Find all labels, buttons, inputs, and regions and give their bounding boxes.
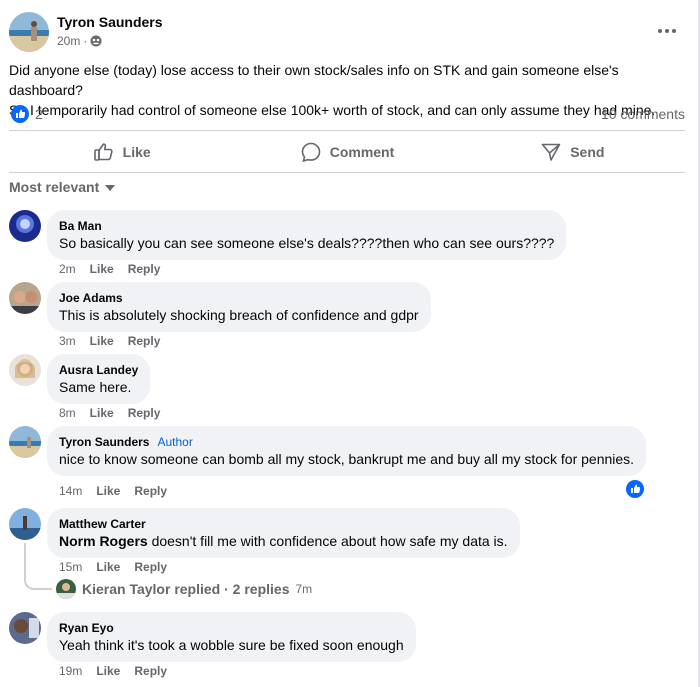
divider (9, 172, 685, 173)
author-avatar[interactable] (9, 12, 49, 52)
replies-text: Kieran Taylor replied · 2 replies (82, 581, 290, 597)
comment-bubble: Tyron Saunders Author nice to know someon… (47, 426, 647, 476)
meta-separator: · (83, 34, 88, 48)
comment-time[interactable]: 8m (59, 406, 76, 420)
commenter-avatar[interactable] (9, 426, 41, 458)
post-header: Tyron Saunders 20m · (9, 12, 689, 54)
comment-like-button[interactable]: Like (90, 262, 114, 276)
comment-time[interactable]: 3m (59, 334, 76, 348)
post-meta: 20m · (57, 34, 102, 48)
comment-text: Yeah think it's took a wobble sure be fi… (59, 637, 404, 653)
comment-sort-dropdown[interactable]: Most relevant (9, 179, 116, 195)
comment-actions: 19m Like Reply (59, 664, 181, 678)
comment-like-button[interactable]: Like (90, 334, 114, 348)
sort-label: Most relevant (9, 179, 100, 195)
send-icon (541, 143, 561, 161)
comment-like-button[interactable]: Like (90, 406, 114, 420)
comment-reply-button[interactable]: Reply (134, 664, 167, 678)
comment-text: So basically you can see someone else's … (59, 235, 555, 251)
comment-like-button[interactable]: Like (96, 560, 120, 574)
comment-time[interactable]: 14m (59, 484, 82, 498)
divider (9, 130, 685, 131)
commenter-name-row: Tyron Saunders Author (59, 434, 634, 450)
comment-time[interactable]: 15m (59, 560, 82, 574)
reaction-count[interactable]: 2 (35, 106, 43, 122)
author-badge: Author (157, 435, 193, 449)
post-text-line: Did anyone else (today) lose access to t… (9, 62, 619, 98)
comment-actions: 3m Like Reply (59, 334, 174, 348)
audience-icon[interactable] (90, 35, 102, 47)
view-replies-link[interactable]: Kieran Taylor replied · 2 replies 7m (56, 579, 312, 599)
like-label: Like (122, 144, 151, 160)
commenter-avatar[interactable] (9, 210, 41, 242)
commenter-name[interactable]: Joe Adams (59, 290, 419, 306)
comment-text: This is absolutely shocking breach of co… (59, 307, 419, 323)
comment-actions: 8m Like Reply (59, 406, 174, 420)
post-time[interactable]: 20m (57, 34, 80, 48)
comments-count[interactable]: 10 comments (601, 106, 685, 122)
like-reaction-icon[interactable] (11, 105, 29, 123)
comment-actions: 14m Like Reply (59, 484, 181, 498)
commenter-name[interactable]: Ba Man (59, 218, 554, 234)
comment-bubble: Ryan Eyo Yeah think it's took a wobble s… (47, 612, 416, 662)
like-reaction-icon[interactable] (626, 480, 644, 498)
comment-reply-button[interactable]: Reply (134, 560, 167, 574)
commenter-avatar[interactable] (9, 612, 41, 644)
thumbs-up-icon (93, 143, 113, 161)
commenter-avatar[interactable] (9, 282, 41, 314)
more-options-icon[interactable] (655, 22, 679, 40)
comment-reply-button[interactable]: Reply (128, 334, 161, 348)
commenter-name[interactable]: Ryan Eyo (59, 620, 404, 636)
comment-icon (301, 142, 321, 163)
comment-time[interactable]: 19m (59, 664, 82, 678)
comment-text-row: Norm Rogers doesn't fill me with confide… (59, 532, 508, 550)
action-bar: Like Comment Send (9, 132, 685, 172)
comment-label: Comment (329, 144, 395, 160)
commenter-avatar[interactable] (9, 508, 41, 540)
replies-time: 7m (295, 582, 313, 596)
comment-bubble: Ausra Landey Same here. (47, 354, 151, 404)
comment-reply-button[interactable]: Reply (128, 262, 161, 276)
comment-bubble: Joe Adams This is absolutely shocking br… (47, 282, 431, 332)
commenter-avatar[interactable] (9, 354, 41, 386)
comment-text: doesn't fill me with confidence about ho… (147, 533, 508, 549)
commenter-name[interactable]: Matthew Carter (59, 516, 508, 532)
comment-like-button[interactable]: Like (96, 664, 120, 678)
comment-reply-button[interactable]: Reply (134, 484, 167, 498)
comment-actions: 15m Like Reply (59, 560, 181, 574)
comment-bubble: Ba Man So basically you can see someone … (47, 210, 567, 260)
send-button[interactable]: Send (460, 132, 685, 172)
like-button[interactable]: Like (9, 132, 234, 172)
post-author-name[interactable]: Tyron Saunders (57, 14, 163, 30)
comment-text: nice to know someone can bomb all my sto… (59, 451, 635, 467)
commenter-name[interactable]: Tyron Saunders (59, 435, 149, 449)
commenter-name[interactable]: Ausra Landey (59, 362, 138, 378)
thread-line (24, 543, 52, 590)
comment-actions: 2m Like Reply (59, 262, 174, 276)
comment-button[interactable]: Comment (234, 132, 459, 172)
comment-like-button[interactable]: Like (96, 484, 120, 498)
comment-reply-button[interactable]: Reply (128, 406, 161, 420)
comment-text: Same here. (59, 379, 132, 395)
caret-down-icon (105, 185, 116, 191)
mention-link[interactable]: Norm Rogers (59, 533, 148, 549)
comment-bubble: Matthew Carter Norm Rogers doesn't fill … (47, 508, 520, 558)
comment-time[interactable]: 2m (59, 262, 76, 276)
reactions-row: 2 10 comments (9, 103, 685, 125)
replier-avatar (56, 579, 76, 599)
send-label: Send (570, 144, 605, 160)
